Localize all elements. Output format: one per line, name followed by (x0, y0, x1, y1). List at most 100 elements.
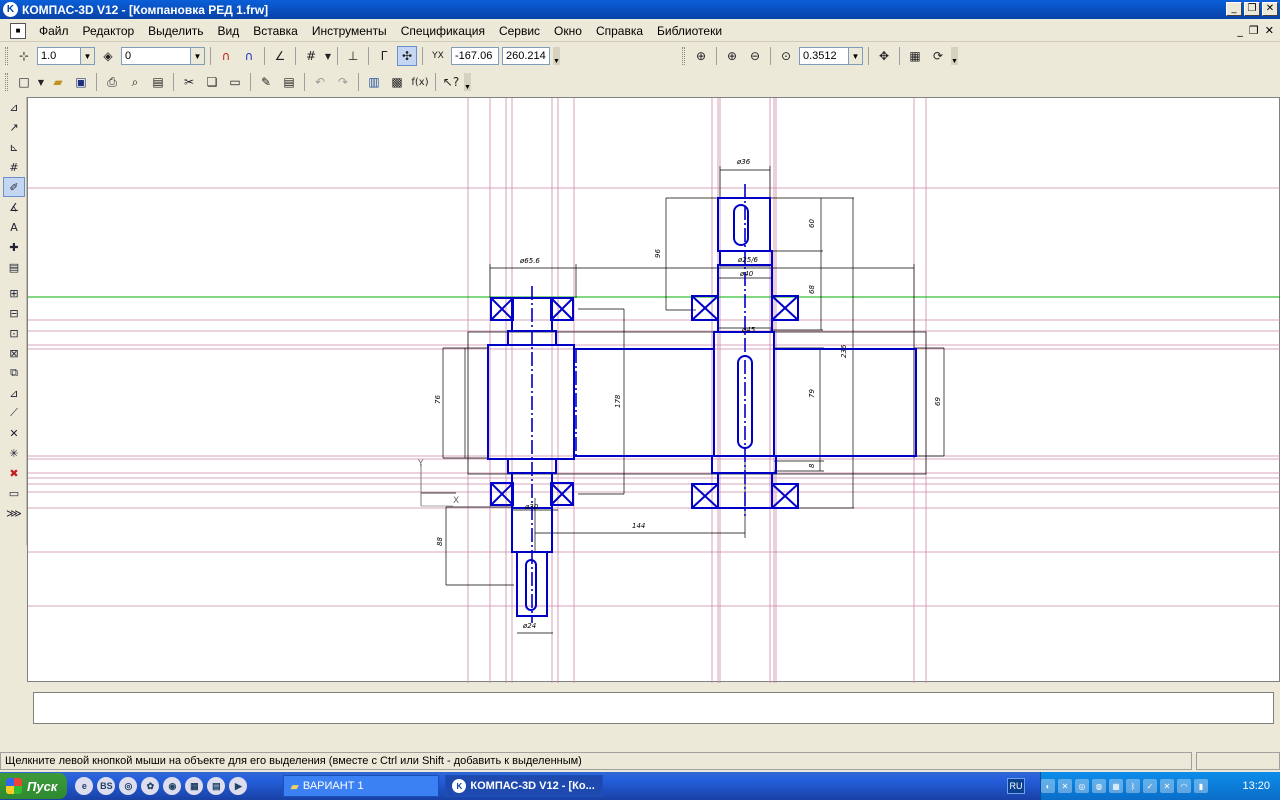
local-snap-icon[interactable]: ∩ (239, 46, 259, 66)
tray-app-icon[interactable]: ✓ (1143, 779, 1157, 793)
snap-mode-icon[interactable]: ✣ (397, 46, 417, 66)
menu-libraries[interactable]: Библиотеки (650, 24, 729, 38)
minimize-button[interactable]: _ (1226, 2, 1242, 16)
tray-app-icon[interactable]: ◐ (1041, 779, 1055, 793)
grid-icon[interactable]: # (301, 46, 321, 66)
coord-x-field[interactable]: -167.06 (451, 47, 499, 65)
layer-combo[interactable]: 0 ▼ (121, 47, 205, 65)
new-document-icon[interactable]: □ (14, 72, 34, 92)
step-combo[interactable]: 1.0 ▼ (37, 47, 95, 65)
tray-app-icon[interactable]: ✕ (1160, 779, 1174, 793)
quicklaunch-app-icon[interactable]: ▶ (229, 777, 248, 795)
menu-edit[interactable]: Редактор (76, 24, 142, 38)
menu-help[interactable]: Справка (589, 24, 650, 38)
menu-view[interactable]: Вид (211, 24, 247, 38)
menu-file[interactable]: Файл (32, 24, 76, 38)
coord-y-field[interactable]: 260.214 (502, 47, 550, 65)
restore-button[interactable]: ❐ (1244, 2, 1260, 16)
signal-icon[interactable]: ▮ (1194, 779, 1208, 793)
close-button[interactable]: ✕ (1262, 2, 1278, 16)
local-cs-icon[interactable]: ⊥ (343, 46, 363, 66)
properties-field[interactable] (33, 692, 1274, 724)
menu-insert[interactable]: Вставка (246, 24, 305, 38)
copy-icon[interactable]: ❏ (202, 72, 222, 92)
tray-app-icon[interactable]: ✕ (1058, 779, 1072, 793)
language-indicator[interactable]: RU (1007, 778, 1025, 794)
cut-icon[interactable]: ✂ (179, 72, 199, 92)
tool-explode-icon[interactable]: ⋙ (3, 503, 25, 523)
format-painter-icon[interactable]: ✎ (256, 72, 276, 92)
paste-icon[interactable]: ▭ (225, 72, 245, 92)
layer-icon[interactable]: ◈ (98, 46, 118, 66)
open-folder-icon[interactable]: ▰ (48, 72, 68, 92)
editing-icon[interactable]: # (3, 157, 25, 177)
help-pointer-icon[interactable]: ↖? (441, 72, 461, 92)
task-kompas[interactable]: K КОМПАС-3D V12 - [Ко... (445, 775, 604, 797)
doc-close-button[interactable]: ✕ (1265, 24, 1274, 37)
doc-restore-button[interactable]: ❐ (1249, 24, 1259, 37)
toolbar-chevron-icon[interactable]: ▼ (553, 47, 560, 65)
menu-select[interactable]: Выделить (141, 24, 210, 38)
associative-views-icon[interactable]: ✚ (3, 237, 25, 257)
drawing-canvas[interactable]: ø36 ø25/6 ø40 ø45 ø65.6 ø30 ø24 60 96 68 236 79 8 178… (27, 97, 1280, 683)
dimensions-icon[interactable]: ↗ (3, 117, 25, 137)
tool-view-icon[interactable]: ⊞ (3, 283, 25, 303)
new-dropdown-icon[interactable]: ▼ (37, 72, 45, 92)
properties-icon[interactable]: ▤ (279, 72, 299, 92)
zoom-window-icon[interactable]: ⊕ (691, 46, 711, 66)
tool-trim-icon[interactable]: ⟋ (3, 403, 25, 423)
designations-icon[interactable]: ⊾ (3, 137, 25, 157)
tool-break-icon[interactable]: ✕ (3, 423, 25, 443)
geometry-icon[interactable]: ⊿ (3, 97, 25, 117)
library-manager-icon[interactable]: ▩ (387, 72, 407, 92)
quicklaunch-app-icon[interactable]: ◎ (119, 777, 138, 795)
tool-extend-icon[interactable]: ✳ (3, 443, 25, 463)
quicklaunch-app-icon[interactable]: ✿ (141, 777, 160, 795)
snap-magnet-icon[interactable]: ∩ (216, 46, 236, 66)
toolbar-chevron-icon[interactable]: ▼ (464, 73, 471, 91)
chevron-down-icon[interactable]: ▼ (190, 48, 204, 64)
print-preview-icon[interactable]: ⌕ (125, 72, 145, 92)
chevron-down-icon[interactable]: ▼ (848, 48, 862, 64)
refresh-icon[interactable]: ⟳ (928, 46, 948, 66)
tray-app-icon[interactable]: ◎ (1075, 779, 1089, 793)
tray-app-icon[interactable]: ▦ (1109, 779, 1123, 793)
ortho-icon[interactable]: ∠ (270, 46, 290, 66)
tray-app-icon[interactable]: ◍ (1092, 779, 1106, 793)
preview-icon[interactable]: ▤ (148, 72, 168, 92)
zoom-in-icon[interactable]: ⊕ (722, 46, 742, 66)
tool-deform-icon[interactable]: ⊿ (3, 383, 25, 403)
menu-service[interactable]: Сервис (492, 24, 547, 38)
tool-symmetry-icon[interactable]: ⊠ (3, 343, 25, 363)
start-button[interactable]: Пуск (0, 773, 68, 799)
doc-minimize-button[interactable]: _ (1237, 24, 1243, 37)
menu-specification[interactable]: Спецификация (394, 24, 492, 38)
save-icon[interactable]: ▣ (71, 72, 91, 92)
grid-dropdown-icon[interactable]: ▼ (324, 46, 332, 66)
print-icon[interactable]: ⎙ (102, 72, 122, 92)
quicklaunch-app-icon[interactable]: e (75, 777, 94, 795)
tool-scale-icon[interactable]: ⊡ (3, 323, 25, 343)
quicklaunch-app-icon[interactable]: ▤ (207, 777, 226, 795)
toolbar-grip[interactable] (682, 47, 685, 65)
coordinates-icon[interactable]: YX (428, 46, 448, 66)
tool-rect-icon[interactable]: ▭ (3, 483, 25, 503)
toolbar-grip[interactable] (5, 47, 8, 65)
parametrization-icon[interactable]: ✐ (3, 177, 25, 197)
bluetooth-icon[interactable]: ᛒ (1126, 779, 1140, 793)
task-folder[interactable]: ▰ ВАРИАНТ 1 (283, 775, 440, 797)
zoom-scale-icon[interactable]: ⊙ (776, 46, 796, 66)
tool-copy-icon[interactable]: ⧉ (3, 363, 25, 383)
zoom-out-icon[interactable]: ⊖ (745, 46, 765, 66)
select-icon[interactable]: A (3, 217, 25, 237)
chevron-down-icon[interactable]: ▼ (80, 48, 94, 64)
variables-icon[interactable]: f(x) (410, 72, 430, 92)
quicklaunch-app-icon[interactable]: BS (97, 777, 116, 795)
manager-icon[interactable]: ▥ (364, 72, 384, 92)
pan-icon[interactable]: ✥ (874, 46, 894, 66)
document-icon[interactable]: ■ (10, 22, 26, 39)
quicklaunch-app-icon[interactable]: ◉ (163, 777, 182, 795)
measure-icon[interactable]: ∡ (3, 197, 25, 217)
menu-tools[interactable]: Инструменты (305, 24, 394, 38)
toolbar-grip[interactable] (5, 73, 8, 91)
